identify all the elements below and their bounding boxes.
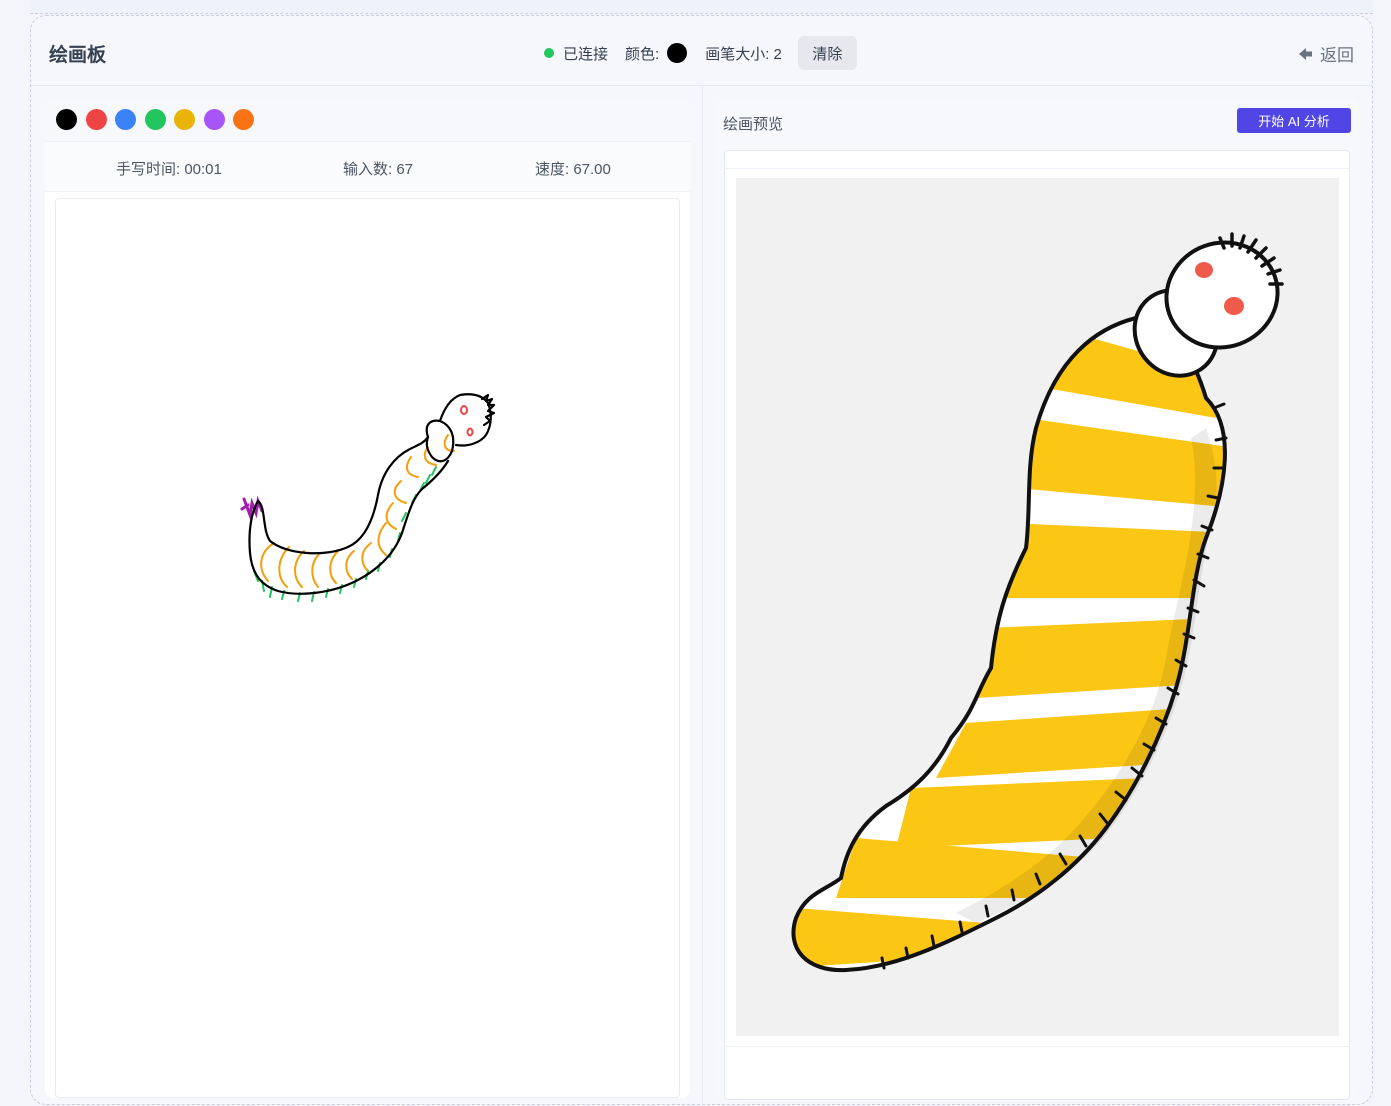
color-label: 颜色: — [625, 45, 660, 63]
preview-panel: 绘画预览 开始 AI 分析 — [714, 98, 1359, 1100]
color-swatch-green[interactable] — [144, 109, 166, 130]
top-strip — [30, 0, 1373, 14]
preview-divider — [725, 168, 1349, 169]
color-swatch-red[interactable] — [85, 109, 107, 130]
current-color-swatch — [667, 43, 688, 63]
color-swatch-orange[interactable] — [233, 109, 254, 130]
drawing-app: 绘画板 已连接 颜色: 画笔大小: 2 清除 返回 手写时间: 00:01 输入… — [30, 15, 1373, 1106]
page-title: 绘画板 — [49, 45, 107, 66]
panel-divider — [702, 86, 703, 1106]
preview-title: 绘画预览 — [723, 116, 784, 133]
connection-indicator-icon — [544, 48, 554, 58]
color-swatch-yellow[interactable] — [174, 109, 195, 130]
header-bar: 绘画板 已连接 颜色: 画笔大小: 2 清除 返回 — [31, 16, 1372, 86]
input-count: 输入数: 67 — [343, 161, 414, 178]
back-button[interactable]: 返回 — [1297, 41, 1354, 66]
start-ai-analysis-button[interactable]: 开始 AI 分析 — [1237, 108, 1351, 133]
color-swatch-black[interactable] — [56, 109, 77, 130]
drawing-panel: 手写时间: 00:01 输入数: 67 速度: 67.00 — [45, 98, 690, 1098]
drawing-speed: 速度: 67.00 — [535, 161, 611, 178]
color-palette — [45, 98, 690, 142]
color-swatch-blue[interactable] — [115, 109, 136, 130]
clear-button[interactable]: 清除 — [797, 36, 857, 70]
arrow-left-icon — [1299, 47, 1312, 60]
brush-size-label: 画笔大小: 2 — [705, 45, 782, 63]
back-label: 返回 — [1320, 46, 1354, 65]
preview-bottom-divider — [725, 1046, 1349, 1047]
color-swatch-purple[interactable] — [203, 109, 225, 130]
stats-bar: 手写时间: 00:01 输入数: 67 速度: 67.00 — [45, 142, 690, 192]
toolbar-status: 已连接 颜色: 画笔大小: 2 清除 — [544, 36, 857, 70]
drawing-canvas[interactable] — [55, 198, 680, 1098]
caterpillar-sketch — [240, 393, 496, 602]
connection-status: 已连接 — [563, 45, 609, 63]
preview-frame — [724, 150, 1350, 1100]
caterpillar-illustration — [791, 232, 1284, 973]
handwriting-time: 手写时间: 00:01 — [116, 161, 222, 178]
generated-image — [736, 178, 1339, 1036]
